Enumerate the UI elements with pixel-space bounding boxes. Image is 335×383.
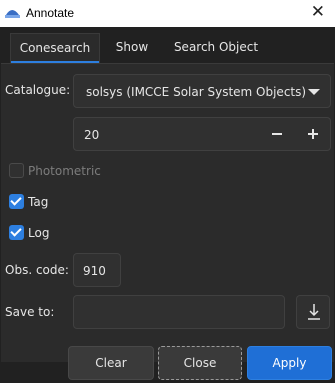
tab-bar: Conesearch Show Search Object bbox=[10, 33, 328, 63]
save-to-field[interactable] bbox=[73, 295, 285, 329]
save-to-button[interactable] bbox=[296, 295, 330, 329]
radius-spinbox[interactable]: 20 bbox=[73, 117, 331, 151]
tag-label: Tag bbox=[28, 195, 49, 209]
tab-label: Search Object bbox=[173, 40, 259, 54]
obs-code-field[interactable]: 910 bbox=[73, 253, 121, 287]
photometric-label: Photometric bbox=[28, 164, 101, 178]
radius-value: 20 bbox=[84, 128, 100, 142]
title-bar: Annotate ✕ bbox=[0, 0, 335, 27]
tab-label: Show bbox=[115, 40, 149, 54]
log-checkbox[interactable] bbox=[9, 225, 24, 240]
tab-search-object[interactable]: Search Object bbox=[164, 33, 268, 63]
photometric-checkbox[interactable] bbox=[9, 163, 24, 178]
tag-checkbox[interactable] bbox=[9, 194, 24, 209]
tab-show[interactable]: Show bbox=[100, 33, 164, 63]
save-to-label: Save to: bbox=[5, 305, 55, 319]
annotate-dialog: Conesearch Show Search Object Catalogue:… bbox=[0, 27, 335, 383]
window-title: Annotate bbox=[26, 6, 75, 20]
catalogue-label: Catalogue: bbox=[5, 83, 71, 97]
app-icon bbox=[5, 10, 20, 18]
chevron-down-icon bbox=[308, 89, 320, 95]
tab-label: Conesearch bbox=[19, 41, 91, 55]
download-icon bbox=[308, 304, 320, 320]
obs-code-label: Obs. code: bbox=[5, 263, 69, 277]
close-button[interactable]: Close bbox=[158, 346, 242, 380]
obs-code-value: 910 bbox=[83, 264, 106, 278]
clear-button[interactable]: Clear bbox=[68, 346, 154, 380]
tab-conesearch[interactable]: Conesearch bbox=[10, 33, 100, 63]
catalogue-value: solsys (IMCCE Solar System Objects) bbox=[86, 85, 307, 99]
minus-icon[interactable] bbox=[264, 122, 290, 146]
catalogue-select[interactable]: solsys (IMCCE Solar System Objects) bbox=[73, 74, 331, 108]
apply-button[interactable]: Apply bbox=[247, 346, 332, 380]
close-icon[interactable]: ✕ bbox=[311, 3, 325, 21]
plus-icon[interactable] bbox=[300, 122, 326, 146]
conesearch-panel: Catalogue: solsys (IMCCE Solar System Ob… bbox=[1, 63, 334, 362]
log-label: Log bbox=[28, 226, 50, 240]
